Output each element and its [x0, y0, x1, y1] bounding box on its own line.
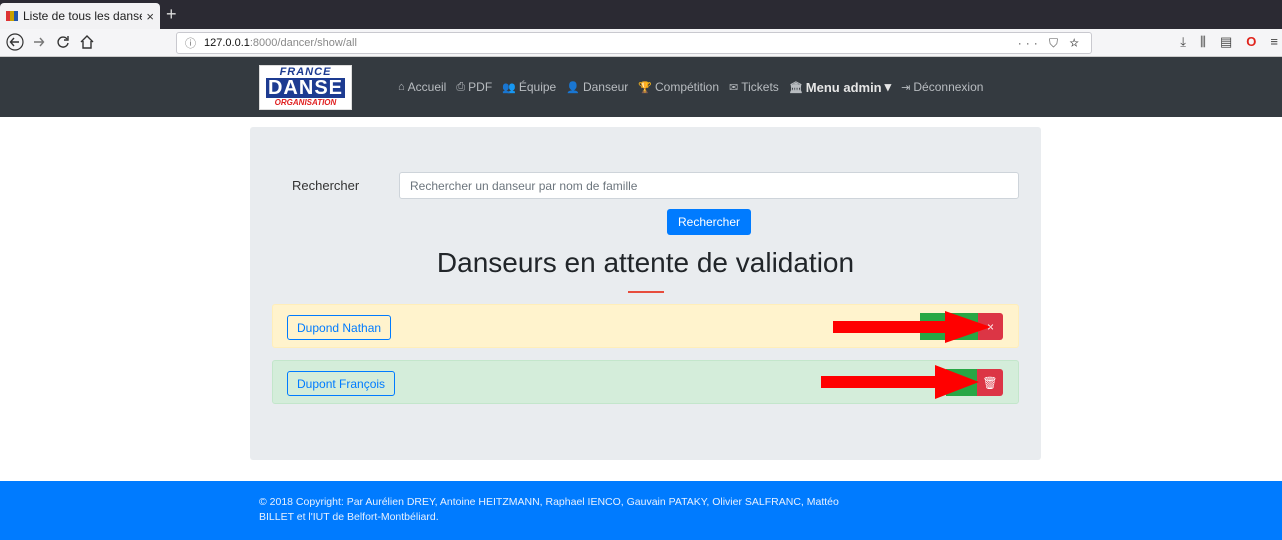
forward-icon[interactable] — [32, 33, 46, 55]
logout-icon: ⇥ — [901, 81, 911, 94]
main-nav: ⌂ Accueil ⎙ PDF 👥 Équipe 👤 Danseur 🏆 Compétit… — [398, 79, 983, 95]
nav-label: Accueil — [407, 80, 447, 94]
browser-tabbar: Liste de tous les danseurs × + — [0, 0, 1282, 29]
site-header: FRANCE DANSE ORGANISATION ⌂ Accueil ⎙ PDF … — [0, 57, 1282, 117]
back-icon[interactable] — [6, 33, 24, 55]
site-logo[interactable]: FRANCE DANSE ORGANISATION — [259, 65, 352, 110]
footer-copyright: © 2018 Copyright: Par Aurélien DREY, Ant… — [259, 496, 839, 523]
caret-down-icon: ▾ — [884, 79, 892, 94]
dancer-row-validated: Dupont François 🗑 — [272, 360, 1019, 404]
nav-label: PDF — [468, 80, 493, 94]
trophy-icon: 🏆 — [638, 81, 652, 94]
nav-label: Tickets — [741, 80, 779, 94]
search-input[interactable] — [399, 172, 1019, 199]
home-icon[interactable] — [80, 33, 94, 55]
nav-item-menu-admin[interactable]: 🏛 Menu admin ▾ — [789, 79, 891, 95]
url-bar[interactable]: ⓘ 127.0.0.1 :8000/dancer/show/all ··· ⛉ … — [176, 32, 1092, 54]
browser-toolbar: ⓘ 127.0.0.1 :8000/dancer/show/all ··· ⛉ … — [0, 29, 1282, 57]
favicon-icon — [6, 11, 18, 21]
nav-item-equipe[interactable]: 👥 Équipe — [502, 79, 556, 95]
nav-item-tickets[interactable]: ✉ Tickets — [729, 79, 779, 95]
dancer-name-button[interactable]: Dupont François — [287, 371, 396, 396]
browser-tab[interactable]: Liste de tous les danseurs × — [0, 3, 160, 29]
new-tab-icon[interactable]: + — [166, 4, 177, 24]
search-label: Rechercher — [292, 178, 360, 193]
site-footer: © 2018 Copyright: Par Aurélien DREY, Ant… — [0, 481, 1282, 540]
main-card: Rechercher Rechercher Danseurs en attent… — [250, 127, 1041, 460]
user-icon: 👤 — [566, 81, 580, 94]
opera-icon[interactable]: O — [1246, 34, 1256, 50]
envelope-icon: ✉ — [729, 81, 739, 94]
page-title: Danseurs en attente de validation — [436, 247, 855, 278]
bank-icon: 🏛 — [788, 81, 803, 94]
home-icon: ⌂ — [398, 81, 405, 93]
nav-item-danseur[interactable]: 👤 Danseur — [566, 79, 628, 95]
browser-tools: ⤓ ⫼ ▤ O ≡ — [1180, 34, 1278, 50]
url-path: :8000/dancer/show/all — [249, 37, 357, 49]
nav-label: Déconnexion — [913, 80, 984, 94]
nav-label: Équipe — [518, 80, 557, 94]
download-icon[interactable]: ⤓ — [1180, 34, 1186, 50]
nav-item-competition[interactable]: 🏆 Compétition — [638, 79, 719, 95]
page-actions-icon[interactable]: ··· ⛉ ☆ — [1018, 36, 1083, 51]
info-icon[interactable]: ⓘ — [185, 35, 196, 51]
title-underline — [628, 291, 664, 293]
logo-line3: ORGANISATION — [274, 98, 337, 107]
close-icon[interactable]: × — [146, 9, 154, 24]
nav-item-accueil[interactable]: ⌂ Accueil — [398, 79, 446, 95]
red-arrow-icon — [833, 311, 991, 343]
dancer-row-pending: Dupond Nathan × — [272, 304, 1019, 348]
search-button[interactable]: Rechercher — [667, 209, 751, 235]
team-icon: 👥 — [502, 81, 516, 94]
hamburger-menu-icon[interactable]: ≡ — [1270, 34, 1278, 50]
nav-label: Danseur — [582, 80, 629, 94]
tab-title: Liste de tous les danseurs — [23, 9, 142, 23]
url-host: 127.0.0.1 — [204, 37, 250, 49]
red-arrow-icon — [821, 365, 979, 399]
dancer-name-button[interactable]: Dupond Nathan — [287, 315, 392, 340]
nav-item-deconnexion[interactable]: ⇥ Déconnexion — [901, 79, 983, 95]
nav-item-pdf[interactable]: ⎙ PDF — [456, 79, 492, 95]
trash-icon: 🗑 — [982, 375, 998, 390]
nav-label: Compétition — [655, 80, 720, 94]
reload-icon[interactable] — [56, 33, 70, 55]
library-icon[interactable]: ⫼ — [1200, 34, 1206, 50]
print-icon: ⎙ — [456, 80, 466, 93]
logo-line2: DANSE — [266, 77, 345, 99]
nav-label: Menu admin — [805, 79, 882, 95]
sidebar-icon[interactable]: ▤ — [1220, 34, 1232, 50]
